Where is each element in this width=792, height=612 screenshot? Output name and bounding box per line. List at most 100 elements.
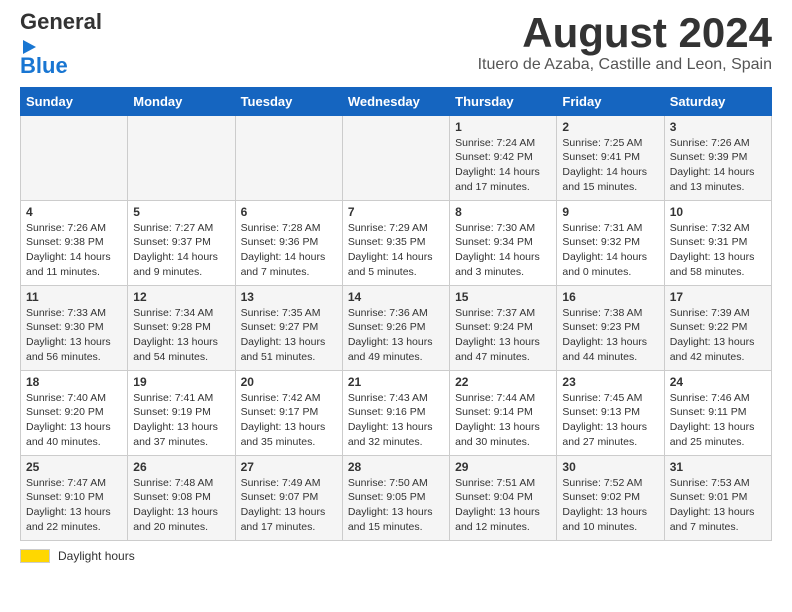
cell-info: Sunrise: 7:41 AMSunset: 9:19 PMDaylight:…: [133, 391, 229, 450]
title-area: August 2024 Ituero de Azaba, Castille an…: [478, 10, 772, 74]
cell-week2-day2: 5Sunrise: 7:27 AMSunset: 9:37 PMDaylight…: [128, 200, 235, 285]
cell-info: Sunrise: 7:47 AMSunset: 9:10 PMDaylight:…: [26, 476, 122, 535]
cell-info: Sunrise: 7:28 AMSunset: 9:36 PMDaylight:…: [241, 221, 337, 280]
cell-week4-day5: 22 Sunrise: 7:44 AMSunset: 9:14 PMDayligh…: [450, 370, 557, 455]
day-number: 15: [455, 290, 551, 304]
cell-week3-day2: 12 Sunrise: 7:34 AMSunset: 9:28 PMDayligh…: [128, 285, 235, 370]
cell-week2-day3: 6 Sunrise: 7:28 AMSunset: 9:36 PMDaylight…: [235, 200, 342, 285]
col-thursday: Thursday: [450, 87, 557, 115]
day-number: 13: [241, 290, 337, 304]
cell-week2-day4: 7 Sunrise: 7:29 AMSunset: 9:35 PMDaylight…: [342, 200, 449, 285]
cell-info: Sunrise: 7:44 AMSunset: 9:14 PMDaylight:…: [455, 391, 551, 450]
day-number: 19: [133, 375, 229, 389]
cell-week4-day6: 23 Sunrise: 7:45 AMSunset: 9:13 PMDayligh…: [557, 370, 664, 455]
col-sunday: Sunday: [21, 87, 128, 115]
cell-info: Sunrise: 7:39 AMSunset: 9:22 PMDaylight:…: [670, 306, 766, 365]
cell-week4-day2: 19 Sunrise: 7:41 AMSunset: 9:19 PMDayligh…: [128, 370, 235, 455]
cell-week2-day7: 10 Sunrise: 7:32 AMSunset: 9:31 PMDayligh…: [664, 200, 771, 285]
cell-week5-day5: 29 Sunrise: 7:51 AMSunset: 9:04 PMDayligh…: [450, 455, 557, 540]
cell-info: Sunrise: 7:37 AMSunset: 9:24 PMDaylight:…: [455, 306, 551, 365]
cell-week3-day6: 16 Sunrise: 7:38 AMSunset: 9:23 PMDayligh…: [557, 285, 664, 370]
cell-info: Sunrise: 7:43 AMSunset: 9:16 PMDaylight:…: [348, 391, 444, 450]
cell-info: Sunrise: 7:42 AMSunset: 9:17 PMDaylight:…: [241, 391, 337, 450]
cell-info: Sunrise: 7:29 AMSunset: 9:35 PMDaylight:…: [348, 221, 444, 280]
cell-week2-day5: 8 Sunrise: 7:30 AMSunset: 9:34 PMDaylight…: [450, 200, 557, 285]
day-number: 31: [670, 460, 766, 474]
cell-week3-day7: 17 Sunrise: 7:39 AMSunset: 9:22 PMDayligh…: [664, 285, 771, 370]
col-monday: Monday: [128, 87, 235, 115]
day-number: 1: [455, 120, 551, 134]
logo-blue: Blue: [20, 54, 100, 78]
daylight-icon: [20, 549, 50, 563]
day-number: 11: [26, 290, 122, 304]
cell-info: Sunrise: 7:36 AMSunset: 9:26 PMDaylight:…: [348, 306, 444, 365]
header: General Blue August 2024 Ituero de Azaba…: [20, 10, 772, 79]
cell-week1-day4: [342, 115, 449, 200]
cell-week3-day5: 15 Sunrise: 7:37 AMSunset: 9:24 PMDayligh…: [450, 285, 557, 370]
cell-week5-day3: 27 Sunrise: 7:49 AMSunset: 9:07 PMDayligh…: [235, 455, 342, 540]
cell-info: Sunrise: 7:27 AMSunset: 9:37 PMDaylight:…: [133, 221, 229, 280]
cell-info: Sunrise: 7:48 AMSunset: 9:08 PMDaylight:…: [133, 476, 229, 535]
day-number: 25: [26, 460, 122, 474]
day-number: 8: [455, 205, 551, 219]
cell-week4-day1: 18 Sunrise: 7:40 AMSunset: 9:20 PMDayligh…: [21, 370, 128, 455]
day-number: 22: [455, 375, 551, 389]
cell-info: Sunrise: 7:38 AMSunset: 9:23 PMDaylight:…: [562, 306, 658, 365]
day-number: 2: [562, 120, 658, 134]
cell-info: Sunrise: 7:46 AMSunset: 9:11 PMDaylight:…: [670, 391, 766, 450]
cell-info: Sunrise: 7:45 AMSunset: 9:13 PMDaylight:…: [562, 391, 658, 450]
cell-info: Sunrise: 7:33 AMSunset: 9:30 PMDaylight:…: [26, 306, 122, 365]
week-row-3: 11 Sunrise: 7:33 AMSunset: 9:30 PMDayligh…: [21, 285, 772, 370]
cell-info: Sunrise: 7:50 AMSunset: 9:05 PMDaylight:…: [348, 476, 444, 535]
cell-info: Sunrise: 7:30 AMSunset: 9:34 PMDaylight:…: [455, 221, 551, 280]
day-number: 29: [455, 460, 551, 474]
cell-info: Sunrise: 7:24 AMSunset: 9:42 PMDaylight:…: [455, 136, 551, 195]
day-number: 3: [670, 120, 766, 134]
day-number: 9: [562, 205, 658, 219]
cell-info: Sunrise: 7:52 AMSunset: 9:02 PMDaylight:…: [562, 476, 658, 535]
day-number: 24: [670, 375, 766, 389]
day-number: 17: [670, 290, 766, 304]
cell-info: Sunrise: 7:40 AMSunset: 9:20 PMDaylight:…: [26, 391, 122, 450]
day-number: 23: [562, 375, 658, 389]
cell-week4-day4: 21 Sunrise: 7:43 AMSunset: 9:16 PMDayligh…: [342, 370, 449, 455]
cell-info: Sunrise: 7:34 AMSunset: 9:28 PMDaylight:…: [133, 306, 229, 365]
day-number: 20: [241, 375, 337, 389]
week-row-2: 4 Sunrise: 7:26 AMSunset: 9:38 PMDaylight…: [21, 200, 772, 285]
day-number: 26: [133, 460, 229, 474]
day-number: 4: [26, 205, 122, 219]
day-number: 18: [26, 375, 122, 389]
cell-week5-day7: 31 Sunrise: 7:53 AMSunset: 9:01 PMDayligh…: [664, 455, 771, 540]
day-number: 27: [241, 460, 337, 474]
col-tuesday: Tuesday: [235, 87, 342, 115]
cell-week1-day1: [21, 115, 128, 200]
legend: Daylight hours: [20, 549, 772, 563]
header-row: SundayMondayTuesdayWednesdayThursdayFrid…: [21, 87, 772, 115]
cell-info: Sunrise: 7:26 AMSunset: 9:38 PMDaylight:…: [26, 221, 122, 280]
day-number: 21: [348, 375, 444, 389]
cell-week5-day6: 30Sunrise: 7:52 AMSunset: 9:02 PMDayligh…: [557, 455, 664, 540]
day-number: 7: [348, 205, 444, 219]
day-number: 6: [241, 205, 337, 219]
day-number: 10: [670, 205, 766, 219]
cell-info: Sunrise: 7:32 AMSunset: 9:31 PMDaylight:…: [670, 221, 766, 280]
cell-info: Sunrise: 7:26 AMSunset: 9:39 PMDaylight:…: [670, 136, 766, 195]
cell-week1-day7: 3 Sunrise: 7:26 AMSunset: 9:39 PMDaylight…: [664, 115, 771, 200]
cell-week1-day5: 1 Sunrise: 7:24 AMSunset: 9:42 PMDaylight…: [450, 115, 557, 200]
daylight-label: Daylight hours: [58, 549, 135, 563]
cell-week1-day6: 2Sunrise: 7:25 AMSunset: 9:41 PMDaylight…: [557, 115, 664, 200]
day-number: 14: [348, 290, 444, 304]
cell-info: Sunrise: 7:31 AMSunset: 9:32 PMDaylight:…: [562, 221, 658, 280]
week-row-4: 18 Sunrise: 7:40 AMSunset: 9:20 PMDayligh…: [21, 370, 772, 455]
cell-week1-day3: [235, 115, 342, 200]
cell-info: Sunrise: 7:35 AMSunset: 9:27 PMDaylight:…: [241, 306, 337, 365]
cell-week3-day1: 11 Sunrise: 7:33 AMSunset: 9:30 PMDayligh…: [21, 285, 128, 370]
month-title: August 2024: [478, 10, 772, 56]
cell-week1-day2: [128, 115, 235, 200]
cell-info: Sunrise: 7:53 AMSunset: 9:01 PMDaylight:…: [670, 476, 766, 535]
day-number: 16: [562, 290, 658, 304]
location-title: Ituero de Azaba, Castille and Leon, Spai…: [478, 56, 772, 74]
cell-info: Sunrise: 7:49 AMSunset: 9:07 PMDaylight:…: [241, 476, 337, 535]
day-number: 12: [133, 290, 229, 304]
cell-info: Sunrise: 7:51 AMSunset: 9:04 PMDaylight:…: [455, 476, 551, 535]
